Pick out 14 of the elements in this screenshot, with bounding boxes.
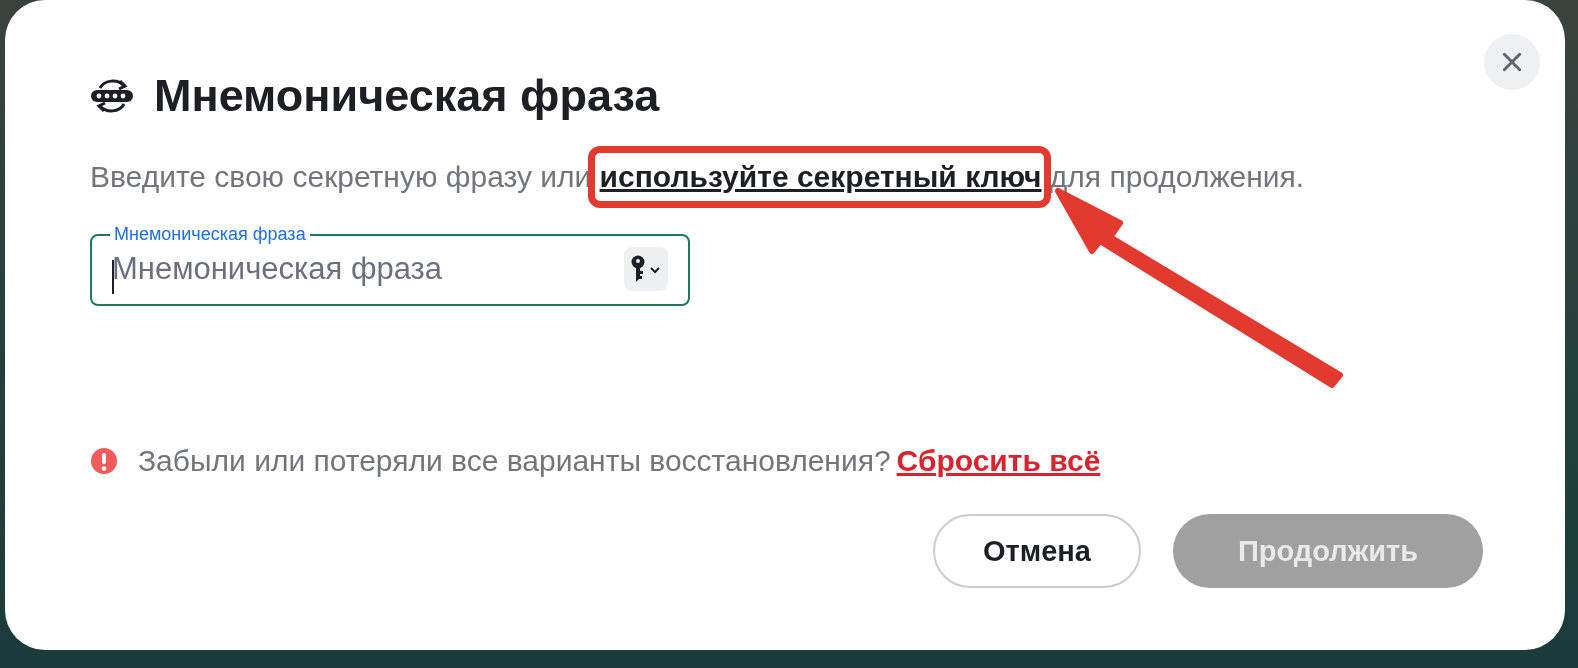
mnemonic-input-field[interactable]: Мнемоническая фраза xyxy=(112,250,624,287)
key-dropdown-button[interactable] xyxy=(624,246,668,291)
reset-link[interactable]: Сбросить всё xyxy=(896,444,1101,478)
warning-text: Забыли или потеряли все варианты восстановления? xyxy=(138,444,891,478)
mnemonic-phrase-field[interactable]: Мнемоническая фраза Мнемоническая фраза xyxy=(90,224,690,306)
close-button[interactable] xyxy=(1484,34,1540,90)
secret-key-link[interactable]: используйте секретный ключ xyxy=(599,160,1042,193)
text-cursor xyxy=(112,260,114,294)
close-icon xyxy=(1501,51,1523,73)
key-icon xyxy=(629,253,663,284)
cancel-button[interactable]: Отмена xyxy=(933,514,1141,588)
dialog-title: Мнемоническая фраза xyxy=(154,70,660,122)
field-label: Мнемоническая фраза xyxy=(113,224,307,245)
warning-icon xyxy=(90,447,118,475)
